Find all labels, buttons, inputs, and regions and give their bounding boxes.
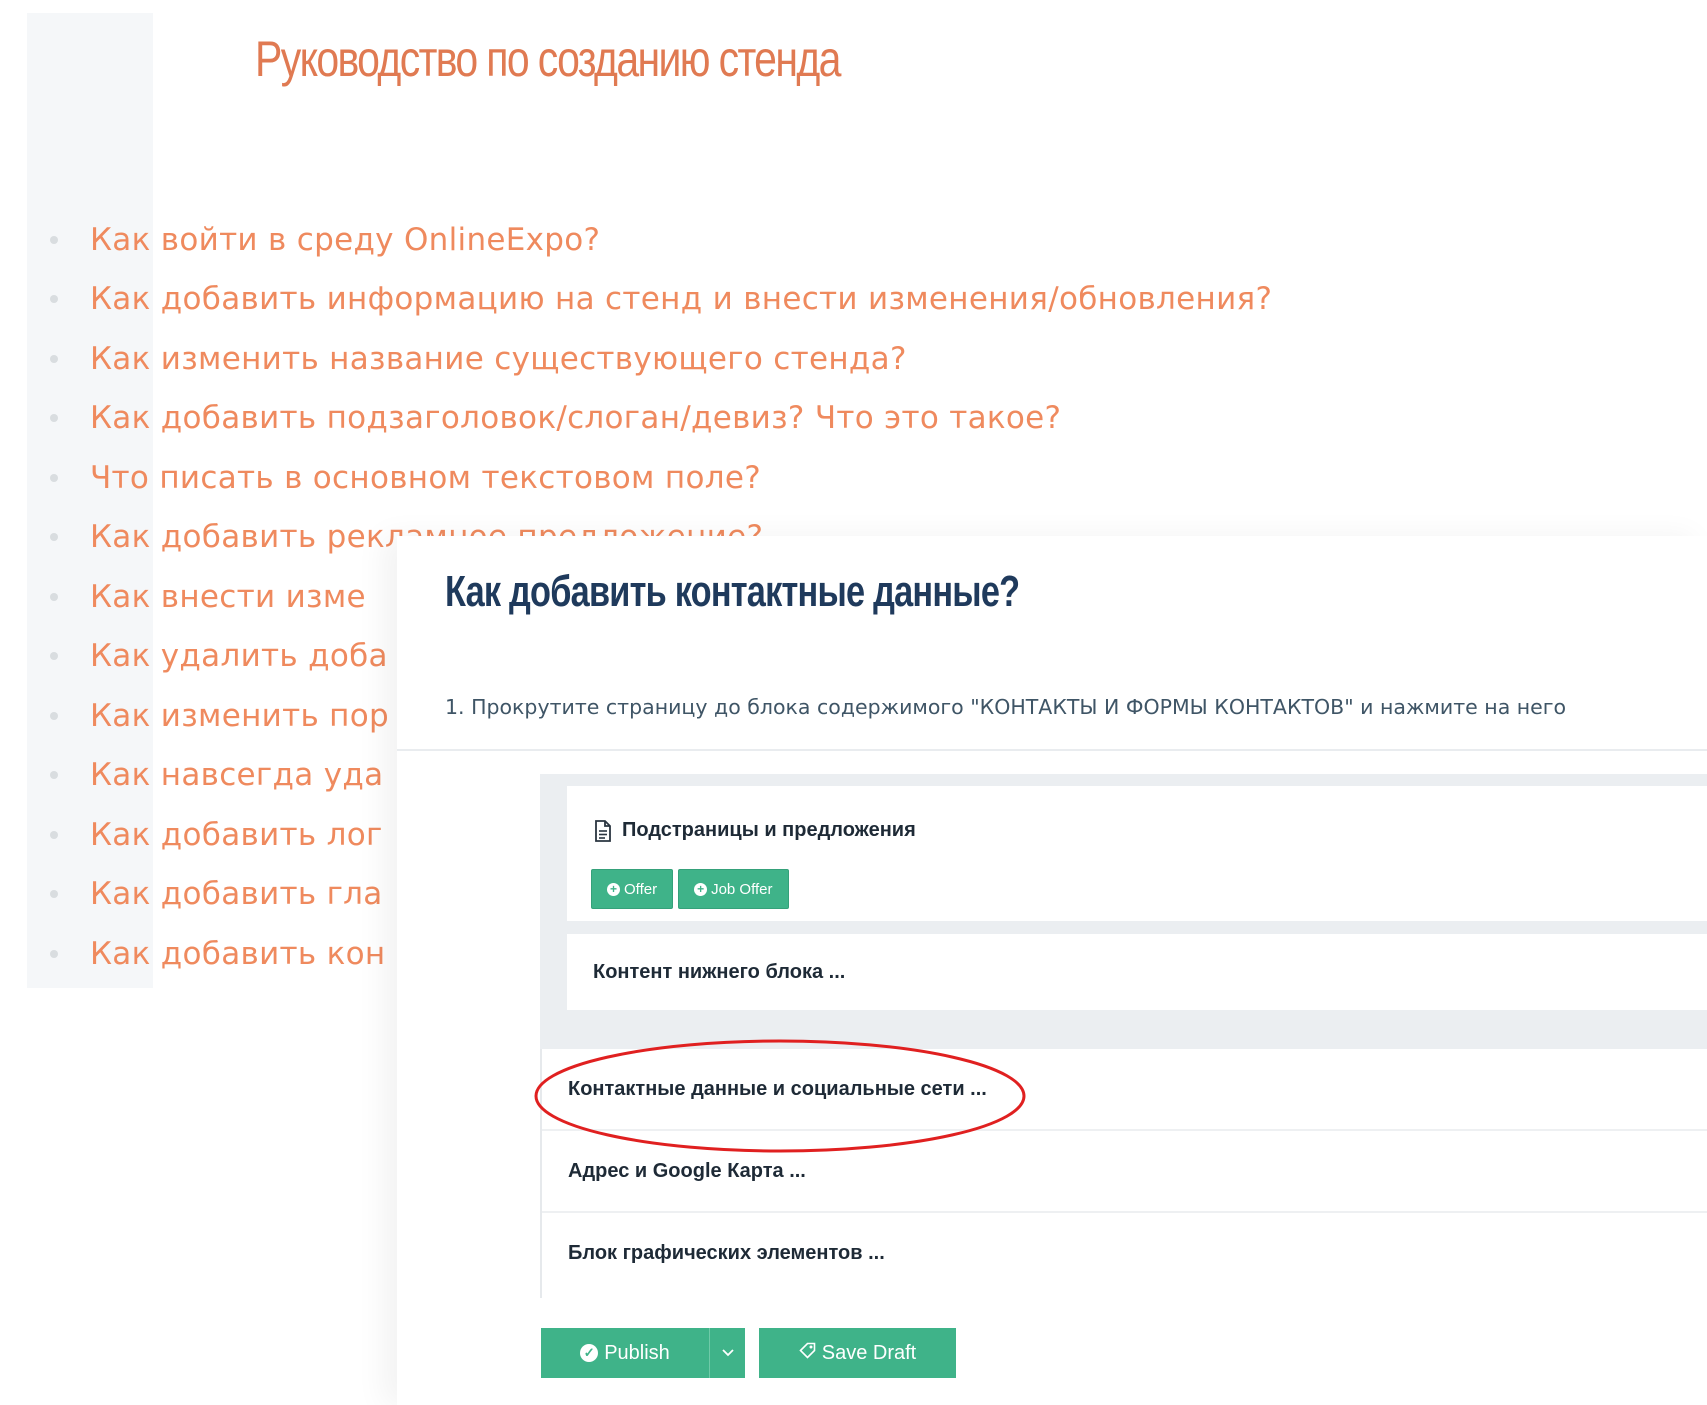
faq-link[interactable]: Как удалить доба [90, 638, 388, 674]
bullet-icon [50, 830, 58, 839]
bottom-block-label: Контент нижнего блока ... [593, 961, 846, 983]
bullet-icon [50, 652, 58, 661]
faq-item: Как изменить название существующего стен… [50, 329, 1272, 389]
bullet-icon [50, 295, 58, 304]
faq-link[interactable]: Как изменить название существующего стен… [90, 341, 907, 377]
content-blocks-list: Контактные данные и социальные сети ... … [540, 1049, 1707, 1298]
offer-button-label: Offer [624, 880, 658, 898]
bullet-icon [50, 533, 58, 542]
graphic-elements-label: Блок графических элементов ... [568, 1241, 885, 1264]
admin-screenshot: Подстраницы и предложения + Offer + Job … [534, 774, 1707, 1298]
faq-item: Как добавить подзаголовок/слоган/девиз? … [50, 389, 1272, 449]
chevron-down-icon [721, 1349, 734, 1357]
subpages-heading: Подстраницы и предложения [593, 819, 916, 842]
faq-item: Как войти в среду OnlineExpo? [50, 210, 1272, 270]
faq-link[interactable]: Что писать в основном текстовом поле? [90, 460, 761, 496]
bullet-icon [50, 949, 58, 958]
faq-link[interactable]: Как добавить кон [90, 936, 385, 972]
guide-title: Руководство по созданию стенда [255, 31, 841, 87]
address-map-label: Адрес и Google Карта ... [568, 1159, 806, 1182]
offer-button[interactable]: + Offer [591, 869, 674, 909]
check-circle-icon: ✓ [580, 1344, 599, 1362]
faq-link[interactable]: Как добавить информацию на стенд и внест… [90, 281, 1272, 317]
faq-link[interactable]: Как внести изме [90, 579, 366, 615]
save-draft-label: Save Draft [821, 1341, 917, 1364]
subpages-heading-label: Подстраницы и предложения [622, 819, 916, 841]
bullet-icon [50, 890, 58, 899]
job-offer-button-label: Job Offer [711, 880, 773, 898]
job-offer-button[interactable]: + Job Offer [678, 869, 789, 909]
faq-link[interactable]: Как добавить подзаголовок/слоган/девиз? … [90, 400, 1061, 436]
faq-link[interactable]: Как изменить пор [90, 698, 389, 734]
subpages-card: Подстраницы и предложения + Offer + Job … [567, 786, 1707, 921]
bullet-icon [50, 235, 58, 244]
document-icon [595, 819, 611, 842]
faq-item: Что писать в основном текстовом поле? [50, 448, 1272, 508]
address-map-row[interactable]: Адрес и Google Карта ... [542, 1131, 1707, 1213]
publish-button-label: Publish [604, 1341, 670, 1364]
faq-link[interactable]: Как войти в среду OnlineExpo? [90, 222, 600, 258]
publish-button[interactable]: ✓ Publish [541, 1328, 709, 1378]
plus-circle-icon: + [694, 882, 708, 896]
bullet-icon [50, 592, 58, 601]
bullet-icon [50, 473, 58, 482]
contacts-social-label: Контактные данные и социальные сети ... [568, 1077, 987, 1100]
plus-circle-icon: + [607, 882, 620, 896]
faq-link[interactable]: Как навсегда уда [90, 757, 383, 793]
publish-options-toggle[interactable] [709, 1328, 745, 1378]
faq-item: Как добавить информацию на стенд и внест… [50, 270, 1272, 330]
bullet-icon [50, 771, 58, 780]
graphic-elements-row[interactable]: Блок графических элементов ... [542, 1213, 1707, 1293]
faq-link[interactable]: Как добавить гла [90, 876, 383, 912]
contacts-social-row[interactable]: Контактные данные и социальные сети ... [542, 1049, 1707, 1131]
save-draft-button[interactable]: Save Draft [759, 1328, 956, 1378]
bullet-icon [50, 354, 58, 363]
faq-link[interactable]: Как добавить лог [90, 817, 383, 853]
tag-icon [799, 1342, 816, 1364]
publish-button-group: ✓ Publish [541, 1328, 745, 1378]
divider [397, 749, 1707, 751]
step-title: Как добавить контактные данные? [445, 567, 1020, 616]
offer-button-group: + Offer + Job Offer [591, 869, 789, 909]
step-instruction: 1. Прокрутите страницу до блока содержим… [445, 695, 1567, 719]
bullet-icon [50, 414, 58, 423]
bullet-icon [50, 711, 58, 720]
bottom-block-card[interactable]: Контент нижнего блока ... [567, 934, 1707, 1010]
step-panel: Как добавить контактные данные? 1. Прокр… [397, 536, 1707, 1405]
